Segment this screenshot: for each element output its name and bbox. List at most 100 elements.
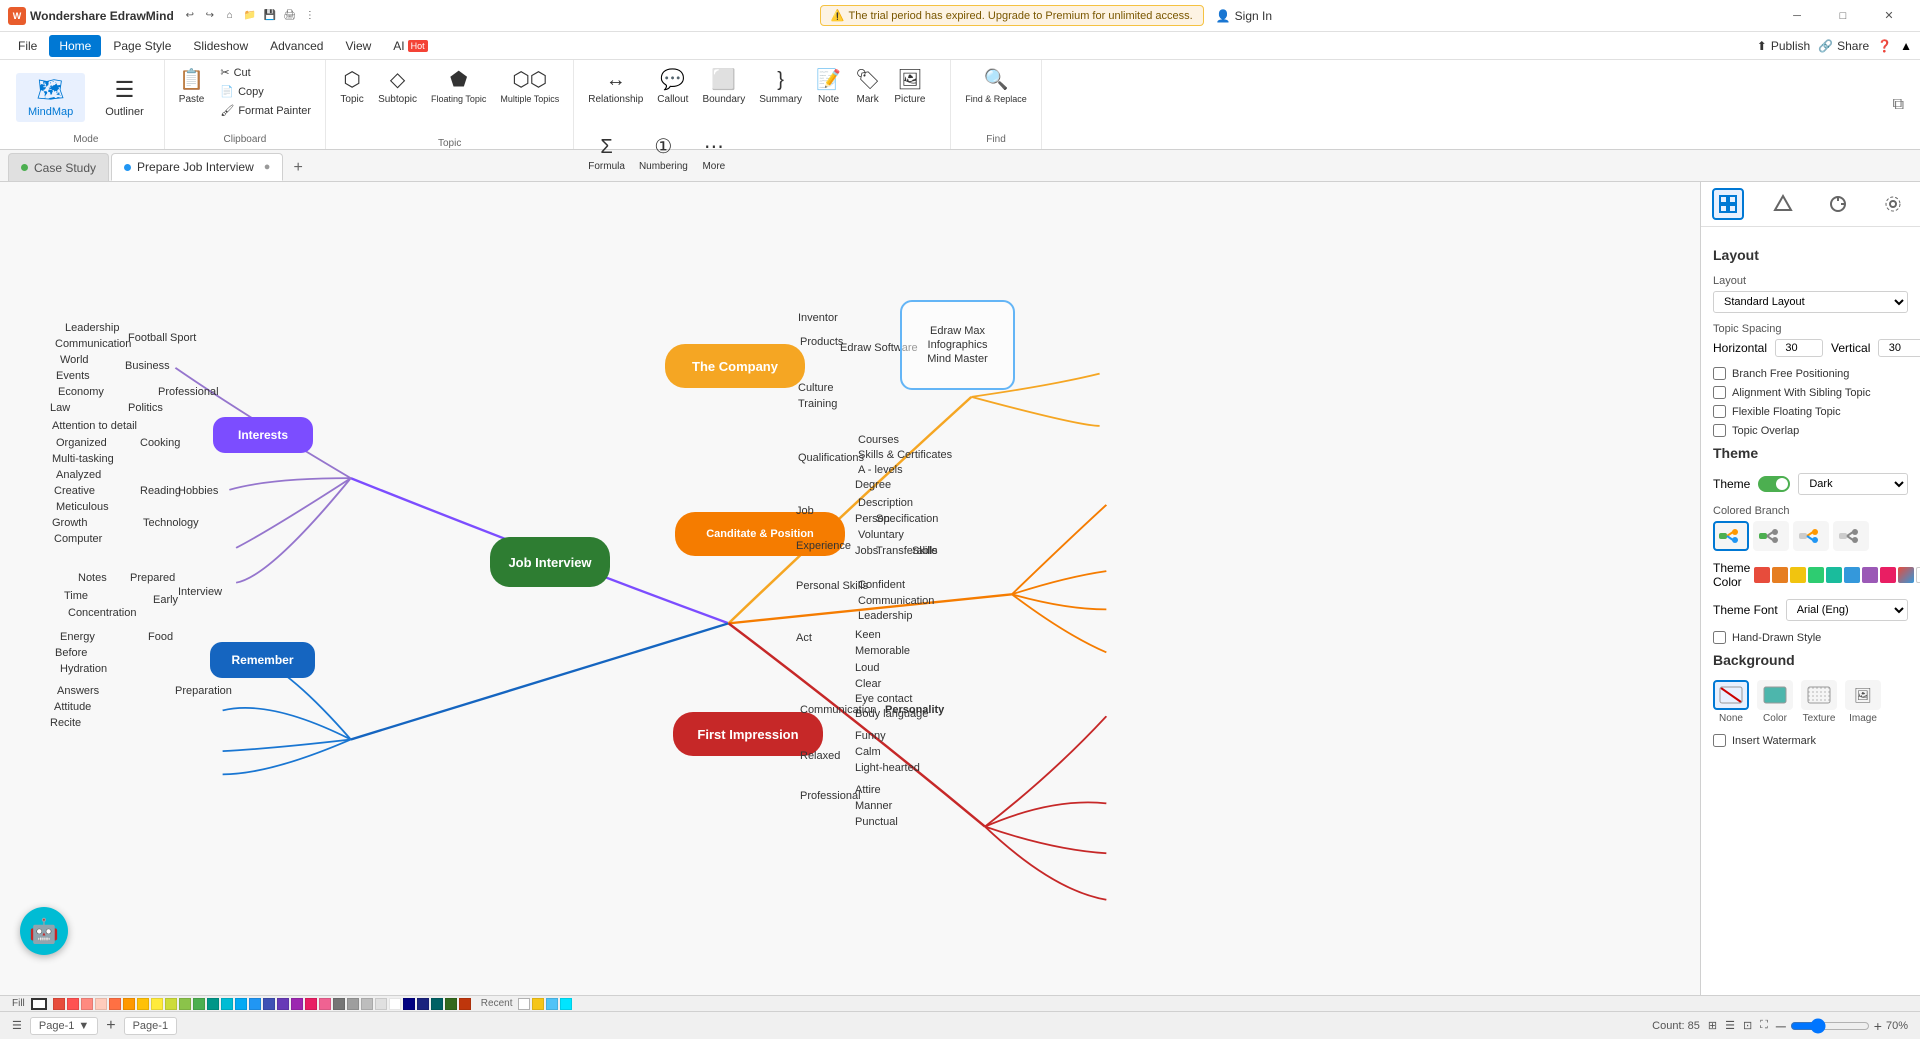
print-btn[interactable]: 🖨 — [282, 8, 298, 24]
bg-color[interactable]: Color — [1757, 680, 1793, 724]
node-professional-imp[interactable]: Professional — [800, 790, 861, 802]
node-relaxed[interactable]: Relaxed — [800, 750, 840, 762]
node-leadership-skill[interactable]: Leadership — [858, 610, 912, 622]
node-products[interactable]: Products — [800, 336, 843, 348]
node-politics[interactable]: Politics — [128, 402, 163, 414]
color-cell-20[interactable] — [319, 998, 331, 1010]
page-1-tab[interactable]: Page-1 ▼ — [30, 1017, 98, 1035]
maximize-btn[interactable]: □ — [1820, 0, 1866, 32]
theme-font-select[interactable]: Arial (Eng) — [1786, 599, 1908, 621]
summary-btn[interactable]: } Summary — [753, 64, 808, 129]
color-cell-17[interactable] — [277, 998, 289, 1010]
minimize-btn[interactable]: ─ — [1774, 0, 1820, 32]
node-job[interactable]: Job — [796, 505, 814, 517]
recent-color-2[interactable] — [532, 998, 544, 1010]
relationship-btn[interactable]: ↔ Relationship — [582, 64, 649, 129]
node-growth[interactable]: Growth — [52, 517, 87, 529]
node-meticulous[interactable]: Meticulous — [56, 501, 109, 513]
node-leadership[interactable]: Leadership — [65, 322, 119, 334]
node-professional[interactable]: Professional — [158, 386, 219, 398]
node-voluntary[interactable]: Voluntary — [858, 529, 904, 541]
node-football[interactable]: Football — [128, 332, 167, 344]
color-orange[interactable] — [1772, 567, 1788, 583]
sibling-align-checkbox[interactable] — [1713, 386, 1726, 399]
layout-select[interactable]: Standard Layout — [1713, 291, 1908, 313]
theme-select[interactable]: Dark — [1798, 473, 1908, 495]
node-attitude[interactable]: Attitude — [54, 701, 91, 713]
node-calm[interactable]: Calm — [855, 746, 881, 758]
color-cell-25[interactable] — [389, 998, 401, 1010]
node-attention[interactable]: Attention to detail — [52, 420, 137, 432]
colored-branch-opt-4[interactable] — [1833, 521, 1869, 551]
node-organized[interactable]: Organized — [56, 437, 107, 449]
color-cell-30[interactable] — [459, 998, 471, 1010]
node-training[interactable]: Training — [798, 398, 837, 410]
node-experience[interactable]: Experience — [796, 540, 851, 552]
color-gradient[interactable] — [1898, 567, 1914, 583]
theme-toggle[interactable] — [1758, 476, 1790, 492]
node-a-levels[interactable]: A - levels — [858, 464, 903, 476]
node-sport[interactable]: Sport — [170, 332, 196, 344]
color-cell-24[interactable] — [375, 998, 387, 1010]
zoom-in-btn[interactable]: + — [1874, 1018, 1882, 1034]
node-keen[interactable]: Keen — [855, 629, 881, 641]
color-cell-26[interactable] — [403, 998, 415, 1010]
color-cell-2[interactable] — [67, 998, 79, 1010]
node-degree[interactable]: Degree — [855, 479, 891, 491]
node-specification[interactable]: Specification — [876, 513, 938, 525]
color-cell-22[interactable] — [347, 998, 359, 1010]
color-cell-9[interactable] — [165, 998, 177, 1010]
node-food[interactable]: Food — [148, 631, 173, 643]
color-cell-16[interactable] — [263, 998, 275, 1010]
mark-btn[interactable]: 🏷 Mark — [849, 64, 886, 129]
node-reading[interactable]: Reading — [140, 485, 181, 497]
node-early[interactable]: Early — [153, 594, 178, 606]
node-time[interactable]: Time — [64, 590, 88, 602]
node-multitasking[interactable]: Multi-tasking — [52, 453, 114, 465]
undo-btn[interactable]: ↩ — [182, 8, 198, 24]
page-1-tab-2[interactable]: Page-1 — [124, 1017, 177, 1035]
color-blue[interactable] — [1844, 567, 1860, 583]
node-world[interactable]: World — [60, 354, 89, 366]
node-act[interactable]: Act — [796, 632, 812, 644]
grid-view-btn[interactable]: ⊞ — [1708, 1019, 1717, 1032]
zoom-out-btn[interactable]: ─ — [1776, 1018, 1786, 1034]
node-analyzed[interactable]: Analyzed — [56, 469, 101, 481]
node-economy[interactable]: Economy — [58, 386, 104, 398]
fullscreen-btn[interactable]: ⛶ — [1760, 1019, 1768, 1032]
color-cell-7[interactable] — [137, 998, 149, 1010]
subtopic-btn[interactable]: ◇ Subtopic — [372, 64, 423, 134]
trial-banner[interactable]: ⚠️ The trial period has expired. Upgrade… — [820, 5, 1204, 26]
more-btn[interactable]: ⋮ — [302, 8, 318, 24]
color-cell-19[interactable] — [305, 998, 317, 1010]
color-cell-6[interactable] — [123, 998, 135, 1010]
color-cell-21[interactable] — [333, 998, 345, 1010]
color-cell-1[interactable] — [53, 998, 65, 1010]
node-edraw-max[interactable]: Edraw Max — [930, 325, 985, 337]
color-pink[interactable] — [1880, 567, 1896, 583]
node-clear[interactable]: Clear — [855, 678, 881, 690]
tab-case-study[interactable]: Case Study — [8, 153, 109, 181]
node-funny[interactable]: Funny — [855, 730, 886, 742]
node-infographics[interactable]: Infographics — [928, 339, 988, 351]
color-cell-11[interactable] — [193, 998, 205, 1010]
node-jobs[interactable]: Jobs — [855, 545, 878, 557]
node-prepared[interactable]: Prepared — [130, 572, 175, 584]
outliner-mode-btn[interactable]: ☰ Outliner — [93, 73, 156, 122]
save-btn[interactable]: 💾 — [262, 8, 278, 24]
node-hobbies[interactable]: Hobbies — [178, 485, 218, 497]
bg-image[interactable]: 🖼 Image — [1845, 680, 1881, 724]
color-cell-28[interactable] — [431, 998, 443, 1010]
node-skills-certs[interactable]: Skills & Certificates — [858, 449, 952, 461]
share-button[interactable]: 🔗 Share — [1818, 39, 1869, 53]
format-painter-btn[interactable]: 🖌 Format Painter — [214, 102, 317, 119]
close-btn[interactable]: ✕ — [1866, 0, 1912, 32]
node-communication-skill[interactable]: Communication — [858, 595, 934, 607]
color-yellow[interactable] — [1790, 567, 1806, 583]
node-law[interactable]: Law — [50, 402, 70, 414]
node-preparation[interactable]: Preparation — [175, 685, 232, 697]
vertical-input[interactable] — [1878, 339, 1920, 357]
tab-job-interview[interactable]: Prepare Job Interview ● — [111, 153, 283, 181]
node-creative[interactable]: Creative — [54, 485, 95, 497]
node-notes[interactable]: Notes — [78, 572, 107, 584]
